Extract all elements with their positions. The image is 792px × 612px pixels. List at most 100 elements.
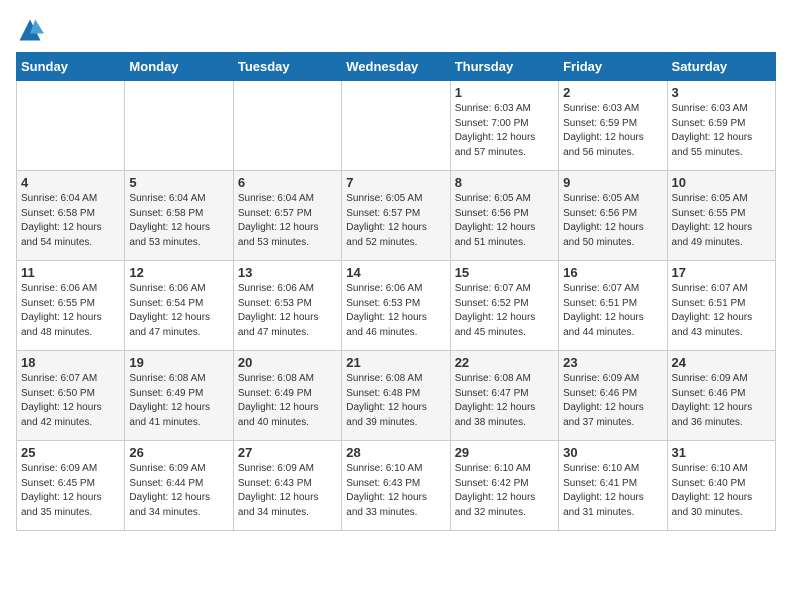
day-number: 21	[346, 355, 445, 370]
day-number: 8	[455, 175, 554, 190]
calendar-day: 20 Sunrise: 6:08 AM Sunset: 6:49 PM Dayli…	[233, 351, 341, 441]
day-number: 16	[563, 265, 662, 280]
day-info: Sunrise: 6:09 AM Sunset: 6:44 PM Dayligh…	[129, 462, 228, 520]
day-info: Sunrise: 6:08 AM Sunset: 6:49 PM Dayligh…	[129, 372, 228, 430]
day-number: 10	[672, 175, 771, 190]
calendar-day: 29 Sunrise: 6:10 AM Sunset: 6:42 PM Dayli…	[450, 441, 558, 531]
calendar-day: 16 Sunrise: 6:07 AM Sunset: 6:51 PM Dayli…	[559, 261, 667, 351]
day-info: Sunrise: 6:05 AM Sunset: 6:57 PM Dayligh…	[346, 192, 445, 250]
calendar-day: 14 Sunrise: 6:06 AM Sunset: 6:53 PM Dayli…	[342, 261, 450, 351]
calendar-day: 23 Sunrise: 6:09 AM Sunset: 6:46 PM Dayli…	[559, 351, 667, 441]
calendar-day: 26 Sunrise: 6:09 AM Sunset: 6:44 PM Dayli…	[125, 441, 233, 531]
calendar-day: 1 Sunrise: 6:03 AM Sunset: 7:00 PM Daylig…	[450, 81, 558, 171]
day-number: 25	[21, 445, 120, 460]
day-number: 17	[672, 265, 771, 280]
day-info: Sunrise: 6:10 AM Sunset: 6:41 PM Dayligh…	[563, 462, 662, 520]
day-number: 11	[21, 265, 120, 280]
day-info: Sunrise: 6:07 AM Sunset: 6:51 PM Dayligh…	[672, 282, 771, 340]
day-info: Sunrise: 6:08 AM Sunset: 6:48 PM Dayligh…	[346, 372, 445, 430]
weekday-header: Thursday	[450, 53, 558, 81]
day-number: 22	[455, 355, 554, 370]
calendar-day: 22 Sunrise: 6:08 AM Sunset: 6:47 PM Dayli…	[450, 351, 558, 441]
empty-day	[17, 81, 125, 171]
day-info: Sunrise: 6:09 AM Sunset: 6:43 PM Dayligh…	[238, 462, 337, 520]
calendar-table: SundayMondayTuesdayWednesdayThursdayFrid…	[16, 52, 776, 531]
day-number: 7	[346, 175, 445, 190]
calendar-header: SundayMondayTuesdayWednesdayThursdayFrid…	[17, 53, 776, 81]
day-info: Sunrise: 6:08 AM Sunset: 6:49 PM Dayligh…	[238, 372, 337, 430]
day-number: 20	[238, 355, 337, 370]
day-info: Sunrise: 6:05 AM Sunset: 6:56 PM Dayligh…	[455, 192, 554, 250]
calendar-day: 17 Sunrise: 6:07 AM Sunset: 6:51 PM Dayli…	[667, 261, 775, 351]
calendar-day: 31 Sunrise: 6:10 AM Sunset: 6:40 PM Dayli…	[667, 441, 775, 531]
day-number: 24	[672, 355, 771, 370]
page-header	[16, 16, 776, 44]
day-info: Sunrise: 6:10 AM Sunset: 6:40 PM Dayligh…	[672, 462, 771, 520]
day-info: Sunrise: 6:06 AM Sunset: 6:54 PM Dayligh…	[129, 282, 228, 340]
weekday-header: Tuesday	[233, 53, 341, 81]
calendar-day: 3 Sunrise: 6:03 AM Sunset: 6:59 PM Daylig…	[667, 81, 775, 171]
day-info: Sunrise: 6:06 AM Sunset: 6:53 PM Dayligh…	[346, 282, 445, 340]
calendar-day: 21 Sunrise: 6:08 AM Sunset: 6:48 PM Dayli…	[342, 351, 450, 441]
day-number: 23	[563, 355, 662, 370]
empty-day	[125, 81, 233, 171]
calendar-day: 24 Sunrise: 6:09 AM Sunset: 6:46 PM Dayli…	[667, 351, 775, 441]
day-info: Sunrise: 6:07 AM Sunset: 6:52 PM Dayligh…	[455, 282, 554, 340]
day-number: 13	[238, 265, 337, 280]
day-info: Sunrise: 6:05 AM Sunset: 6:56 PM Dayligh…	[563, 192, 662, 250]
day-number: 2	[563, 85, 662, 100]
calendar-day: 27 Sunrise: 6:09 AM Sunset: 6:43 PM Dayli…	[233, 441, 341, 531]
calendar-day: 30 Sunrise: 6:10 AM Sunset: 6:41 PM Dayli…	[559, 441, 667, 531]
calendar-day: 18 Sunrise: 6:07 AM Sunset: 6:50 PM Dayli…	[17, 351, 125, 441]
day-number: 14	[346, 265, 445, 280]
calendar-day: 13 Sunrise: 6:06 AM Sunset: 6:53 PM Dayli…	[233, 261, 341, 351]
day-info: Sunrise: 6:09 AM Sunset: 6:46 PM Dayligh…	[563, 372, 662, 430]
weekday-header: Sunday	[17, 53, 125, 81]
day-info: Sunrise: 6:05 AM Sunset: 6:55 PM Dayligh…	[672, 192, 771, 250]
day-info: Sunrise: 6:10 AM Sunset: 6:43 PM Dayligh…	[346, 462, 445, 520]
calendar-day: 15 Sunrise: 6:07 AM Sunset: 6:52 PM Dayli…	[450, 261, 558, 351]
calendar-day: 12 Sunrise: 6:06 AM Sunset: 6:54 PM Dayli…	[125, 261, 233, 351]
weekday-header: Friday	[559, 53, 667, 81]
calendar-day: 6Sunrise: 6:04 AM Sunset: 6:57 PM Daylig…	[233, 171, 341, 261]
day-number: 26	[129, 445, 228, 460]
weekday-header: Wednesday	[342, 53, 450, 81]
day-number: 4	[21, 175, 120, 190]
empty-day	[233, 81, 341, 171]
day-number: 1	[455, 85, 554, 100]
day-info: Sunrise: 6:03 AM Sunset: 6:59 PM Dayligh…	[563, 102, 662, 160]
day-number: 19	[129, 355, 228, 370]
day-info: Sunrise: 6:06 AM Sunset: 6:53 PM Dayligh…	[238, 282, 337, 340]
calendar-day: 5Sunrise: 6:04 AM Sunset: 6:58 PM Daylig…	[125, 171, 233, 261]
day-info: Sunrise: 6:10 AM Sunset: 6:42 PM Dayligh…	[455, 462, 554, 520]
day-info: Sunrise: 6:08 AM Sunset: 6:47 PM Dayligh…	[455, 372, 554, 430]
day-number: 12	[129, 265, 228, 280]
day-number: 6	[238, 175, 337, 190]
calendar-day: 8 Sunrise: 6:05 AM Sunset: 6:56 PM Daylig…	[450, 171, 558, 261]
empty-day	[342, 81, 450, 171]
day-info: Sunrise: 6:03 AM Sunset: 7:00 PM Dayligh…	[455, 102, 554, 160]
day-info: Sunrise: 6:07 AM Sunset: 6:50 PM Dayligh…	[21, 372, 120, 430]
day-number: 3	[672, 85, 771, 100]
day-number: 18	[21, 355, 120, 370]
day-number: 29	[455, 445, 554, 460]
calendar-day: 25 Sunrise: 6:09 AM Sunset: 6:45 PM Dayli…	[17, 441, 125, 531]
day-number: 15	[455, 265, 554, 280]
weekday-header: Monday	[125, 53, 233, 81]
day-info: Sunrise: 6:03 AM Sunset: 6:59 PM Dayligh…	[672, 102, 771, 160]
calendar-day: 4 Sunrise: 6:04 AM Sunset: 6:58 PM Daylig…	[17, 171, 125, 261]
day-number: 30	[563, 445, 662, 460]
day-info: Sunrise: 6:04 AM Sunset: 6:58 PM Dayligh…	[21, 192, 120, 250]
day-number: 27	[238, 445, 337, 460]
day-info: Sunrise: 6:04 AM Sunset: 6:58 PM Dayligh…	[129, 192, 228, 250]
day-number: 28	[346, 445, 445, 460]
calendar-day: 19 Sunrise: 6:08 AM Sunset: 6:49 PM Dayli…	[125, 351, 233, 441]
day-info: Sunrise: 6:07 AM Sunset: 6:51 PM Dayligh…	[563, 282, 662, 340]
day-info: Sunrise: 6:09 AM Sunset: 6:45 PM Dayligh…	[21, 462, 120, 520]
calendar-day: 11 Sunrise: 6:06 AM Sunset: 6:55 PM Dayli…	[17, 261, 125, 351]
calendar-day: 10 Sunrise: 6:05 AM Sunset: 6:55 PM Dayli…	[667, 171, 775, 261]
calendar-day: 2 Sunrise: 6:03 AM Sunset: 6:59 PM Daylig…	[559, 81, 667, 171]
day-info: Sunrise: 6:09 AM Sunset: 6:46 PM Dayligh…	[672, 372, 771, 430]
day-info: Sunrise: 6:06 AM Sunset: 6:55 PM Dayligh…	[21, 282, 120, 340]
day-number: 31	[672, 445, 771, 460]
